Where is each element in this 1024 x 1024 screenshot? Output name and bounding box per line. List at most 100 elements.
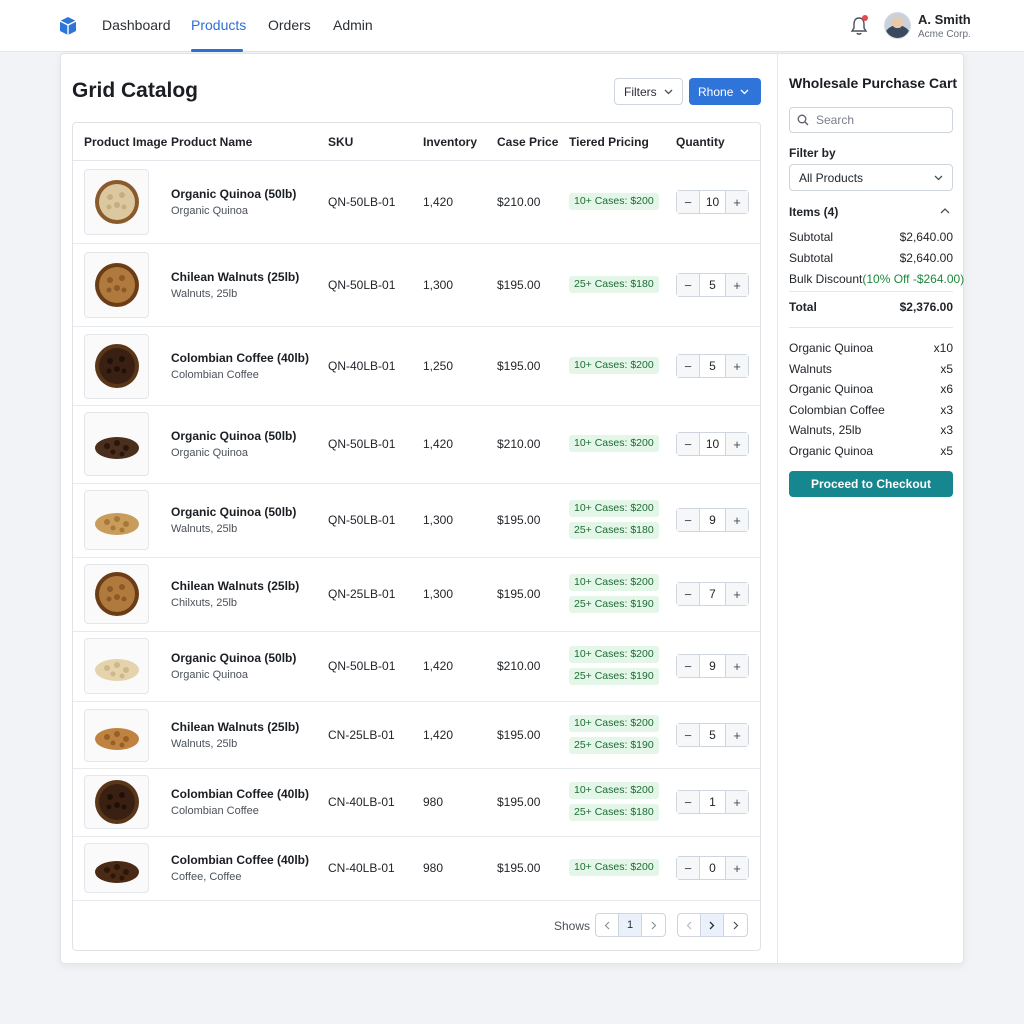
chevron-right-icon [651, 921, 656, 929]
product-subtitle: Organic Quinoa [171, 447, 249, 459]
product-name[interactable]: Organic Quinoa (50lb) [171, 429, 296, 443]
increment-button[interactable]: + [726, 857, 748, 879]
increment-button[interactable]: + [726, 274, 748, 296]
product-subtitle: Chilxuts, 25lb [171, 597, 238, 609]
quantity-value[interactable]: 5 [699, 355, 726, 377]
quantity-value[interactable]: 5 [699, 724, 726, 746]
header-divider [73, 160, 760, 161]
product-name[interactable]: Chilean Walnuts (25lb) [171, 270, 299, 284]
column-header-name[interactable]: Product Name [171, 135, 252, 149]
next-page-arrow-button[interactable] [701, 914, 724, 936]
subtotal-label: Subtotal [789, 230, 834, 244]
checkout-button[interactable]: Proceed to Checkout [789, 471, 953, 497]
cart-line-item[interactable]: Organic Quinoa x5 [789, 444, 953, 458]
first-page-button[interactable] [678, 914, 701, 936]
quantity-value[interactable]: 10 [699, 191, 726, 213]
increment-button[interactable]: + [726, 791, 748, 813]
nav-products[interactable]: Products [191, 17, 246, 33]
product-thumbnail[interactable] [84, 412, 149, 476]
product-name[interactable]: Colombian Coffee (40lb) [171, 853, 309, 867]
quantity-stepper: − 9 + [676, 654, 749, 678]
decrement-button[interactable]: − [677, 274, 699, 296]
decrement-button[interactable]: − [677, 355, 699, 377]
view-dropdown-button[interactable]: Rhone [689, 78, 761, 105]
product-name[interactable]: Organic Quinoa (50lb) [171, 505, 296, 519]
increment-button[interactable]: + [726, 583, 748, 605]
increment-button[interactable]: + [726, 355, 748, 377]
filters-button[interactable]: Filters [614, 78, 683, 105]
decrement-button[interactable]: − [677, 724, 699, 746]
avatar[interactable] [884, 12, 911, 39]
increment-button[interactable]: + [726, 509, 748, 531]
decrement-button[interactable]: − [677, 857, 699, 879]
search-input[interactable] [816, 113, 936, 127]
quantity-value[interactable]: 5 [699, 274, 726, 296]
cart-line-item[interactable]: Walnuts x5 [789, 362, 953, 376]
pagination-arrows [677, 913, 748, 937]
cart-line-item[interactable]: Organic Quinoa x6 [789, 382, 953, 396]
tier-badge: 10+ Cases: $200 [569, 193, 659, 210]
nav-admin[interactable]: Admin [333, 17, 373, 33]
quantity-value[interactable]: 9 [699, 655, 726, 677]
product-name[interactable]: Organic Quinoa (50lb) [171, 651, 296, 665]
last-page-button[interactable] [724, 914, 747, 936]
chevron-down-icon [934, 175, 943, 180]
quantity-value[interactable]: 7 [699, 583, 726, 605]
product-thumbnail[interactable] [84, 490, 149, 550]
increment-button[interactable]: + [726, 191, 748, 213]
decrement-button[interactable]: − [677, 509, 699, 531]
decrement-button[interactable]: − [677, 655, 699, 677]
cart-search[interactable] [789, 107, 953, 133]
product-thumbnail[interactable] [84, 775, 149, 829]
chevron-down-icon [664, 89, 673, 94]
decrement-button[interactable]: − [677, 791, 699, 813]
prev-page-button[interactable] [596, 914, 619, 936]
product-thumbnail[interactable] [84, 843, 149, 893]
column-header-sku[interactable]: SKU [328, 135, 353, 149]
product-inventory: 1,300 [423, 278, 454, 292]
product-subtitle: Colombian Coffee [171, 369, 259, 381]
cart-line-item[interactable]: Walnuts, 25lb x3 [789, 423, 953, 437]
product-name[interactable]: Colombian Coffee (40lb) [171, 351, 309, 365]
increment-button[interactable]: + [726, 433, 748, 455]
quantity-stepper: − 10 + [676, 432, 749, 456]
product-inventory: 1,420 [423, 437, 454, 451]
items-heading[interactable]: Items (4) [789, 205, 838, 219]
quantity-value[interactable]: 0 [699, 857, 726, 879]
cart-line-name: Organic Quinoa [789, 341, 874, 355]
product-thumbnail[interactable] [84, 564, 149, 624]
quantity-stepper: − 0 + [676, 856, 749, 880]
product-thumbnail[interactable] [84, 252, 149, 318]
increment-button[interactable]: + [726, 655, 748, 677]
product-name[interactable]: Chilean Walnuts (25lb) [171, 720, 299, 734]
product-thumbnail[interactable] [84, 333, 149, 399]
filter-select[interactable]: All Products [789, 164, 953, 191]
next-page-button[interactable] [642, 914, 665, 936]
decrement-button[interactable]: − [677, 191, 699, 213]
product-inventory: 1,420 [423, 659, 454, 673]
decrement-button[interactable]: − [677, 433, 699, 455]
product-sku: CN-40LB-01 [328, 795, 395, 809]
product-thumbnail[interactable] [84, 638, 149, 694]
product-name[interactable]: Colombian Coffee (40lb) [171, 787, 309, 801]
column-header-inventory[interactable]: Inventory [423, 135, 477, 149]
increment-button[interactable]: + [726, 724, 748, 746]
quantity-value[interactable]: 10 [699, 433, 726, 455]
product-name[interactable]: Organic Quinoa (50lb) [171, 187, 296, 201]
cart-line-item[interactable]: Colombian Coffee x3 [789, 403, 953, 417]
nav-orders[interactable]: Orders [268, 17, 311, 33]
tier-badge: 10+ Cases: $200 [569, 574, 659, 591]
product-name[interactable]: Chilean Walnuts (25lb) [171, 579, 299, 593]
chevron-up-icon[interactable] [940, 207, 950, 214]
column-header-price[interactable]: Case Price [497, 135, 558, 149]
product-thumbnail[interactable] [84, 169, 149, 235]
cart-line-item[interactable]: Organic Quinoa x10 [789, 341, 953, 355]
page-number[interactable]: 1 [619, 914, 642, 936]
quantity-value[interactable]: 9 [699, 509, 726, 531]
user-name[interactable]: A. Smith [918, 12, 971, 27]
quantity-value[interactable]: 1 [699, 791, 726, 813]
app-logo-icon[interactable] [58, 16, 78, 36]
decrement-button[interactable]: − [677, 583, 699, 605]
nav-dashboard[interactable]: Dashboard [102, 17, 171, 33]
product-thumbnail[interactable] [84, 708, 149, 762]
